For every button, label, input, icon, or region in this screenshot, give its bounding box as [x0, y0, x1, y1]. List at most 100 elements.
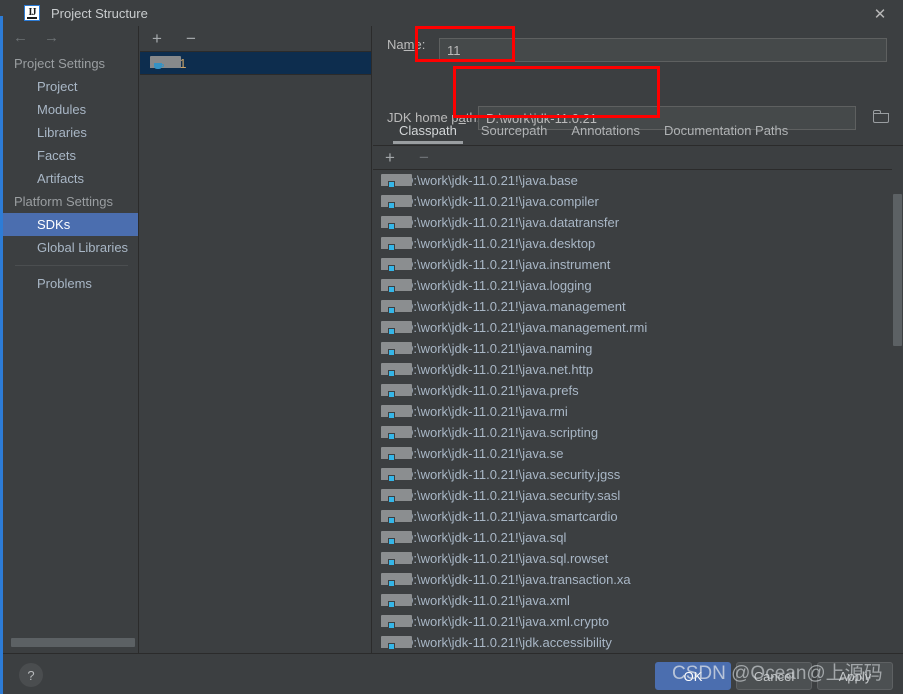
module-folder-icon: [381, 488, 412, 503]
apply-button[interactable]: Apply: [817, 662, 893, 690]
tab-annotations[interactable]: Annotations: [559, 120, 652, 144]
sdk-list-item[interactable]: 11: [140, 52, 371, 74]
sdk-list-pane: + − 11: [140, 26, 372, 653]
sdk-name-input[interactable]: [439, 38, 887, 62]
classpath-list-item[interactable]: D:\work\jdk-11.0.21!\java.xml.crypto: [373, 611, 903, 632]
classpath-list-item[interactable]: D:\work\jdk-11.0.21!\java.security.sasl: [373, 485, 903, 506]
classpath-list-item-label: D:\work\jdk-11.0.21!\java.security.jgss: [404, 467, 621, 482]
sdk-list-toolbar: + −: [140, 26, 371, 51]
sidebar-item-modules[interactable]: Modules: [3, 98, 138, 121]
classpath-list-item[interactable]: D:\work\jdk-11.0.21!\java.net.http: [373, 359, 903, 380]
classpath-list-item[interactable]: D:\work\jdk-11.0.21!\java.base: [373, 170, 903, 191]
sidebar-item-problems[interactable]: Problems: [3, 272, 138, 295]
classpath-list-item[interactable]: D:\work\jdk-11.0.21!\java.sql: [373, 527, 903, 548]
classpath-list-item-label: D:\work\jdk-11.0.21!\java.se: [404, 446, 564, 461]
classpath-list-item-label: D:\work\jdk-11.0.21!\java.xml.crypto: [404, 614, 609, 629]
classpath-list-item-label: D:\work\jdk-11.0.21!\java.management: [404, 299, 626, 314]
classpath-list-item[interactable]: D:\work\jdk-11.0.21!\java.management.rmi: [373, 317, 903, 338]
sidebar-item-sdks[interactable]: SDKs: [3, 213, 138, 236]
module-folder-icon: [381, 404, 412, 419]
classpath-list-item[interactable]: D:\work\jdk-11.0.21!\java.management: [373, 296, 903, 317]
tab-sourcepath[interactable]: Sourcepath: [469, 120, 560, 144]
module-folder-icon: [381, 215, 412, 230]
classpath-list-item[interactable]: D:\work\jdk-11.0.21!\java.desktop: [373, 233, 903, 254]
nav-divider: [15, 265, 128, 266]
module-folder-icon: [381, 194, 412, 209]
module-folder-icon: [381, 341, 412, 356]
forward-arrow-icon[interactable]: →: [44, 30, 59, 45]
classpath-list-item[interactable]: D:\work\jdk-11.0.21!\java.transaction.xa: [373, 569, 903, 590]
classpath-list-item[interactable]: D:\work\jdk-11.0.21!\java.datatransfer: [373, 212, 903, 233]
cancel-button[interactable]: Cancel: [736, 662, 812, 690]
classpath-list-item-label: D:\work\jdk-11.0.21!\java.datatransfer: [404, 215, 620, 230]
name-field-row: Name:: [387, 37, 425, 52]
module-folder-icon: [381, 614, 412, 629]
classpath-list-item[interactable]: D:\work\jdk-11.0.21!\java.security.jgss: [373, 464, 903, 485]
module-folder-icon: [381, 593, 412, 608]
title-bar: IJ Project Structure ✕: [3, 0, 903, 26]
classpath-list-item-label: D:\work\jdk-11.0.21!\java.smartcardio: [404, 509, 618, 524]
module-folder-icon: [381, 278, 412, 293]
module-folder-icon: [381, 425, 412, 440]
sidebar-item-artifacts[interactable]: Artifacts: [3, 167, 138, 190]
module-folder-icon: [381, 383, 412, 398]
window-title: Project Structure: [51, 5, 148, 21]
remove-classpath-button[interactable]: −: [415, 149, 433, 167]
classpath-list-item[interactable]: D:\work\jdk-11.0.21!\java.compiler: [373, 191, 903, 212]
add-classpath-button[interactable]: +: [381, 149, 399, 167]
classpath-list-item-label: D:\work\jdk-11.0.21!\java.transaction.xa: [404, 572, 631, 587]
classpath-list-item-label: D:\work\jdk-11.0.21!\java.scripting: [404, 425, 599, 440]
nav-horizontal-scrollbar-thumb[interactable]: [11, 638, 135, 647]
classpath-list-item-label: D:\work\jdk-11.0.21!\java.security.sasl: [404, 488, 621, 503]
sdk-list: 11: [140, 51, 371, 75]
close-icon[interactable]: ✕: [869, 4, 891, 24]
sidebar-item-project[interactable]: Project: [3, 75, 138, 98]
module-folder-icon: [381, 446, 412, 461]
nav-history-toolbar: ← →: [3, 26, 138, 48]
classpath-list-item-label: D:\work\jdk-11.0.21!\java.desktop: [404, 236, 596, 251]
settings-nav-pane: ← → Project Settings Project Modules Lib…: [3, 26, 139, 653]
classpath-list-item[interactable]: D:\work\jdk-11.0.21!\java.rmi: [373, 401, 903, 422]
ok-button[interactable]: OK: [655, 662, 731, 690]
back-arrow-icon[interactable]: ←: [13, 30, 28, 45]
sidebar-item-libraries[interactable]: Libraries: [3, 121, 138, 144]
module-folder-icon: [381, 362, 412, 377]
classpath-list-item-label: D:\work\jdk-11.0.21!\java.xml: [404, 593, 570, 608]
module-folder-icon: [381, 530, 412, 545]
tab-classpath[interactable]: Classpath: [387, 120, 469, 144]
help-button[interactable]: ?: [19, 663, 43, 687]
sdk-detail-pane: Name: JDK home path: Classpath Sourcepat…: [373, 26, 903, 653]
intellij-idea-icon: IJ: [24, 5, 40, 21]
project-structure-dialog: IJ Project Structure ✕ ← → Project Setti…: [0, 0, 903, 694]
tab-documentation-paths[interactable]: Documentation Paths: [652, 120, 800, 144]
remove-sdk-button[interactable]: −: [182, 30, 200, 48]
module-folder-icon: [381, 320, 412, 335]
classpath-list-item[interactable]: D:\work\jdk-11.0.21!\java.scripting: [373, 422, 903, 443]
classpath-list-item[interactable]: D:\work\jdk-11.0.21!\java.sql.rowset: [373, 548, 903, 569]
classpath-list-item[interactable]: D:\work\jdk-11.0.21!\jdk.accessibility: [373, 632, 903, 650]
module-folder-icon: [381, 236, 412, 251]
classpath-list-item-label: D:\work\jdk-11.0.21!\java.logging: [404, 278, 592, 293]
classpath-list-item[interactable]: D:\work\jdk-11.0.21!\java.xml: [373, 590, 903, 611]
module-folder-icon: [381, 572, 412, 587]
classpath-list-item-label: D:\work\jdk-11.0.21!\java.instrument: [404, 257, 611, 272]
classpath-list-item[interactable]: D:\work\jdk-11.0.21!\java.se: [373, 443, 903, 464]
module-folder-icon: [381, 299, 412, 314]
classpath-list-item[interactable]: D:\work\jdk-11.0.21!\java.naming: [373, 338, 903, 359]
jdk-icon: [150, 56, 181, 70]
sidebar-item-global-libraries[interactable]: Global Libraries: [3, 236, 138, 259]
classpath-list-item[interactable]: D:\work\jdk-11.0.21!\java.smartcardio: [373, 506, 903, 527]
sidebar-item-facets[interactable]: Facets: [3, 144, 138, 167]
classpath-list-item[interactable]: D:\work\jdk-11.0.21!\java.prefs: [373, 380, 903, 401]
classpath-list-item[interactable]: D:\work\jdk-11.0.21!\java.instrument: [373, 254, 903, 275]
classpath-scrollbar-thumb[interactable]: [893, 194, 902, 346]
classpath-list: D:\work\jdk-11.0.21!\java.base D:\work\jd…: [373, 169, 903, 650]
module-folder-icon: [381, 173, 412, 188]
classpath-list-item[interactable]: D:\work\jdk-11.0.21!\java.logging: [373, 275, 903, 296]
classpath-list-item-label: D:\work\jdk-11.0.21!\java.base: [404, 173, 578, 188]
classpath-list-item-label: D:\work\jdk-11.0.21!\java.rmi: [404, 404, 568, 419]
add-sdk-button[interactable]: +: [148, 30, 166, 48]
module-folder-icon: [381, 509, 412, 524]
module-folder-icon: [381, 257, 412, 272]
settings-nav-list: Project Settings Project Modules Librari…: [3, 52, 138, 295]
